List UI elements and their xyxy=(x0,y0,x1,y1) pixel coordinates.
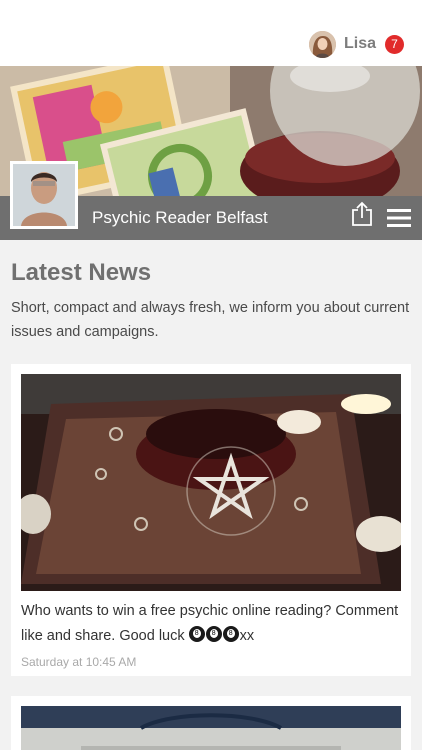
news-post[interactable]: Who wants to win a free psychic online r… xyxy=(11,364,411,676)
user-name[interactable]: Lisa xyxy=(344,35,376,53)
share-icon[interactable] xyxy=(351,201,373,227)
post-image[interactable] xyxy=(21,706,401,750)
8-ball-emoji-icon xyxy=(205,626,222,642)
notification-badge[interactable]: 7 xyxy=(385,34,404,54)
user-avatar[interactable] xyxy=(308,30,336,58)
8-ball-emoji-icon xyxy=(188,626,205,642)
hamburger-menu-icon[interactable] xyxy=(387,208,411,228)
news-post[interactable] xyxy=(11,696,411,750)
page-title: Psychic Reader Belfast xyxy=(92,208,268,227)
section-description: Short, compact and always fresh, we info… xyxy=(11,300,410,340)
post-image[interactable] xyxy=(21,374,401,591)
profile-picture[interactable] xyxy=(10,161,78,229)
8-ball-emoji-icon xyxy=(222,626,239,642)
post-timestamp: Saturday at 10:45 AM xyxy=(21,655,137,669)
post-emoji-suffix: xx xyxy=(239,628,255,644)
post-text: Who wants to win a free psychic online r… xyxy=(21,599,403,649)
user-menu[interactable]: Lisa 7 xyxy=(308,29,404,59)
app-screen: Lisa 7 Psychic Reader Belfast Latest New… xyxy=(0,0,422,750)
top-bar: Lisa 7 xyxy=(0,0,422,66)
section-title: Latest News xyxy=(11,259,152,286)
